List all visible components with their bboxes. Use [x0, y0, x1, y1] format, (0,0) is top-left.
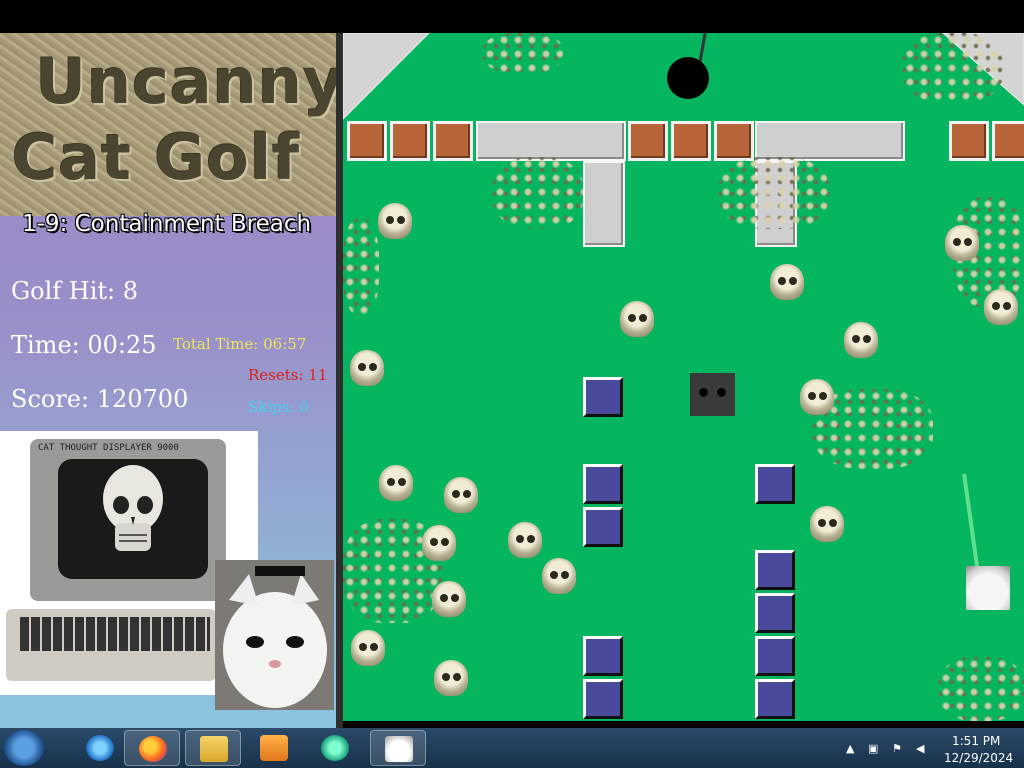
skull-obstacle: [434, 660, 468, 696]
gray-wall: [755, 121, 905, 161]
blue-block: [583, 636, 623, 676]
skips-counter: Skips: 0: [248, 398, 309, 416]
skull-obstacle: [422, 525, 456, 561]
internet-explorer-button[interactable]: [72, 730, 128, 766]
skull-obstacle: [508, 522, 542, 558]
skull-obstacle: [444, 477, 478, 513]
volume-muted-icon[interactable]: ◀: [916, 742, 928, 755]
bone-pile: [343, 219, 379, 315]
cat-photo: [215, 560, 334, 710]
level-timer: Time: 00:25: [11, 331, 157, 359]
logo-title-line1: Uncanny: [35, 45, 336, 118]
show-hidden-icons-icon[interactable]: ▲: [846, 742, 858, 755]
skull-obstacle: [800, 379, 834, 415]
bone-pile: [719, 157, 829, 229]
brick-block: [347, 121, 387, 161]
media-player-icon: [260, 735, 288, 761]
aim-line: [962, 473, 980, 574]
media-player-button[interactable]: [246, 730, 302, 766]
blue-block: [583, 377, 623, 417]
network-icon[interactable]: ▣: [868, 742, 880, 755]
blue-block: [755, 464, 795, 504]
brick-block: [390, 121, 430, 161]
skull-obstacle: [542, 558, 576, 594]
cat-golf-game-button[interactable]: [370, 730, 426, 766]
blue-block: [583, 507, 623, 547]
clock-time[interactable]: 1:51 PM: [952, 734, 1000, 748]
skull-obstacle: [844, 322, 878, 358]
skull-obstacle: [810, 506, 844, 542]
brick-block: [628, 121, 668, 161]
skull-obstacle: [351, 630, 385, 666]
monitor-caption: CAT THOUGHT DISPLAYER 9000: [38, 443, 179, 453]
golf-course-field[interactable]: [343, 33, 1024, 721]
start-orb[interactable]: [4, 730, 44, 766]
blue-block: [755, 593, 795, 633]
blue-block: [755, 636, 795, 676]
skull-obstacle: [379, 465, 413, 501]
file-explorer-icon: [200, 736, 228, 762]
skull-obstacle: [945, 225, 979, 261]
blue-block: [583, 679, 623, 719]
brick-block: [433, 121, 473, 161]
blue-block: [755, 679, 795, 719]
skull-obstacle: [770, 264, 804, 300]
golf-hole: [667, 57, 709, 99]
cat-golf-ball[interactable]: [966, 566, 1010, 610]
bone-pile: [903, 33, 1003, 103]
blue-block: [583, 464, 623, 504]
skull-thought-image: [103, 465, 163, 551]
skull-obstacle: [620, 301, 654, 337]
action-center-flag-icon[interactable]: ⚑: [892, 742, 904, 755]
internet-explorer-icon: [86, 735, 114, 761]
bone-pile: [483, 33, 563, 73]
file-explorer-button[interactable]: [185, 730, 241, 766]
cat-golf-game-icon: [385, 736, 413, 762]
brick-block: [714, 121, 754, 161]
field-border: [336, 33, 343, 728]
bone-pile: [493, 157, 583, 229]
game-logo: Uncanny Cat Golf: [0, 33, 336, 216]
gray-wall: [476, 121, 626, 161]
golf-hit-counter: Golf Hit: 8: [11, 277, 139, 305]
score-display: Score: 120700: [11, 385, 189, 413]
media-center-icon: [321, 735, 349, 761]
brick-block: [949, 121, 989, 161]
skull-obstacle: [350, 350, 384, 386]
level-title: 1-9: Containment Breach: [22, 211, 312, 237]
clock-date[interactable]: 12/29/2024: [944, 751, 1013, 765]
firefox-icon: [139, 736, 167, 762]
gray-wall: [583, 161, 625, 247]
keyboard-keys: [20, 617, 210, 651]
skull-obstacle: [378, 203, 412, 239]
uncanny-cat-enemy: [690, 373, 735, 416]
blue-block: [755, 550, 795, 590]
media-center-button[interactable]: [307, 730, 363, 766]
logo-title-line2: Cat Golf: [11, 121, 301, 194]
brick-block: [992, 121, 1024, 161]
total-time: Total Time: 06:57: [173, 335, 307, 353]
brick-block: [671, 121, 711, 161]
bone-pile: [939, 657, 1024, 721]
skull-obstacle: [984, 289, 1018, 325]
firefox-button[interactable]: [124, 730, 180, 766]
resets-counter: Resets: 11: [248, 366, 328, 384]
skull-obstacle: [432, 581, 466, 617]
